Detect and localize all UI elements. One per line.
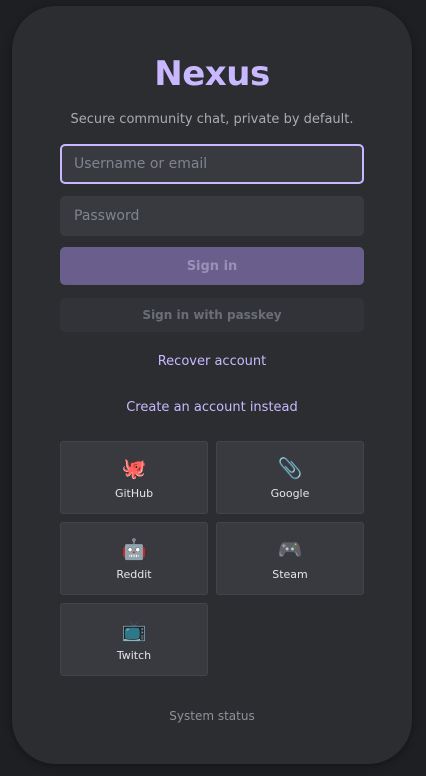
username-input[interactable] — [60, 144, 364, 184]
create-account-link[interactable]: Create an account instead — [12, 400, 412, 415]
provider-label: Twitch — [116, 649, 152, 662]
provider-label: GitHub — [114, 487, 154, 500]
app-title: Nexus — [154, 54, 270, 94]
recover-account-link[interactable]: Recover account — [12, 354, 412, 369]
television-icon: 📺 — [121, 618, 147, 642]
google-login-button[interactable]: 📎 Google — [216, 441, 364, 514]
robot-icon: 🤖 — [121, 537, 147, 561]
reddit-login-button[interactable]: 🤖 Reddit — [60, 522, 208, 595]
tagline: Secure community chat, private by defaul… — [70, 112, 354, 127]
provider-label: Google — [270, 487, 310, 500]
provider-label: Steam — [272, 568, 308, 581]
twitch-login-button[interactable]: 📺 Twitch — [60, 603, 208, 676]
system-status-link[interactable]: System status — [12, 709, 412, 723]
steam-login-button[interactable]: 🎮 Steam — [216, 522, 364, 595]
passkey-sign-in-button[interactable]: Sign in with passkey — [60, 298, 364, 332]
login-card: Nexus Secure community chat, private by … — [12, 6, 412, 764]
github-login-button[interactable]: 🐙 GitHub — [60, 441, 208, 514]
password-input[interactable] — [60, 196, 364, 236]
provider-label: Reddit — [116, 568, 152, 581]
gamepad-icon: 🎮 — [277, 537, 303, 561]
paperclip-icon: 📎 — [277, 456, 303, 480]
sign-in-button[interactable]: Sign in — [60, 247, 364, 285]
octopus-icon: 🐙 — [121, 456, 147, 480]
